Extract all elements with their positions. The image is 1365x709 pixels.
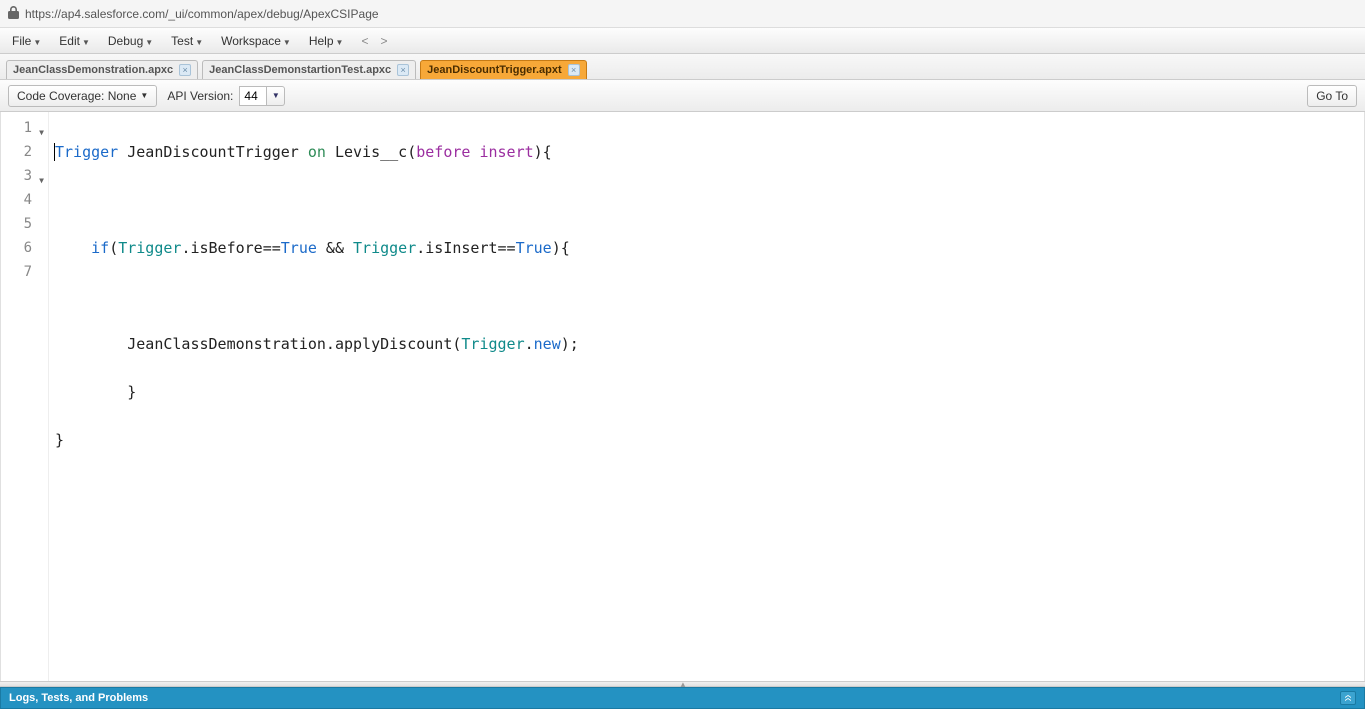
code-editor[interactable]: 1▼ 2 3▼ 4 5 6 7 Trigger JeanDiscountTrig… <box>0 112 1365 681</box>
menu-file[interactable]: File▼ <box>6 32 47 50</box>
close-icon[interactable]: × <box>179 64 191 76</box>
nav-forward[interactable]: > <box>374 34 393 48</box>
tab-label: JeanClassDemonstartionTest.apxc <box>209 64 391 76</box>
browser-url-bar: https://ap4.salesforce.com/_ui/common/ap… <box>0 0 1365 28</box>
menu-edit[interactable]: Edit▼ <box>53 32 96 50</box>
code-coverage-dropdown[interactable]: Code Coverage: None▼ <box>8 85 157 107</box>
url-text: https://ap4.salesforce.com/_ui/common/ap… <box>25 7 379 21</box>
api-version-dropdown[interactable]: ▼ <box>267 86 285 106</box>
nav-back[interactable]: < <box>355 34 374 48</box>
menu-help[interactable]: Help▼ <box>303 32 350 50</box>
tab-label: JeanClassDemonstration.apxc <box>13 64 173 76</box>
file-tab[interactable]: JeanClassDemonstartionTest.apxc × <box>202 60 416 79</box>
close-icon[interactable]: × <box>397 64 409 76</box>
tab-label: JeanDiscountTrigger.apxt <box>427 64 561 76</box>
code-content[interactable]: Trigger JeanDiscountTrigger on Levis__c(… <box>49 112 1364 681</box>
bottom-panel-header[interactable]: Logs, Tests, and Problems <box>0 687 1365 709</box>
file-tab-active[interactable]: JeanDiscountTrigger.apxt × <box>420 60 586 79</box>
menu-bar: File▼ Edit▼ Debug▼ Test▼ Workspace▼ Help… <box>0 28 1365 54</box>
file-tab[interactable]: JeanClassDemonstration.apxc × <box>6 60 198 79</box>
editor-toolbar: Code Coverage: None▼ API Version: ▼ Go T… <box>0 80 1365 112</box>
menu-test[interactable]: Test▼ <box>165 32 209 50</box>
api-version-label: API Version: <box>167 89 233 103</box>
menu-workspace[interactable]: Workspace▼ <box>215 32 297 50</box>
goto-button[interactable]: Go To <box>1307 85 1357 107</box>
line-number-gutter: 1▼ 2 3▼ 4 5 6 7 <box>1 112 49 681</box>
bottom-panel-title: Logs, Tests, and Problems <box>9 692 148 704</box>
collapse-icon[interactable] <box>1340 691 1356 705</box>
lock-icon <box>8 6 19 22</box>
menu-debug[interactable]: Debug▼ <box>102 32 159 50</box>
close-icon[interactable]: × <box>568 64 580 76</box>
api-version-input[interactable] <box>239 86 267 106</box>
file-tab-bar: JeanClassDemonstration.apxc × JeanClassD… <box>0 54 1365 80</box>
